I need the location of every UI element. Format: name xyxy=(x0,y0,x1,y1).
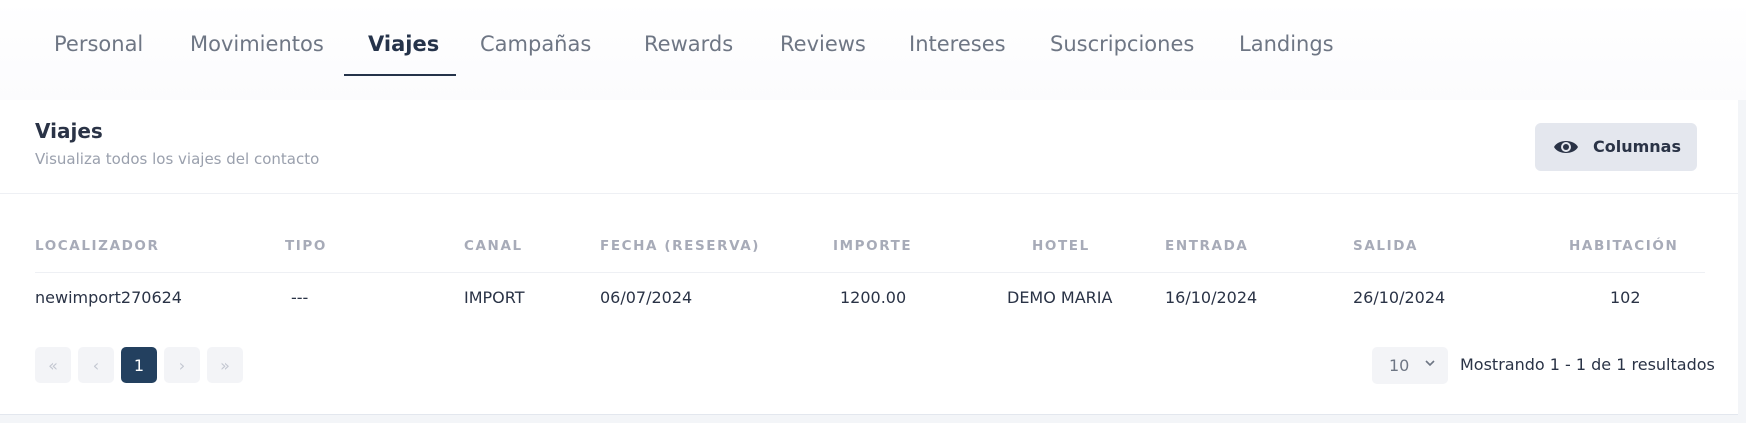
trips-card: Viajes Visualiza todos los viajes del co… xyxy=(0,100,1738,415)
cell-salida: 26/10/2024 xyxy=(1353,288,1446,307)
col-header-habitacion[interactable]: HABITACIÓN xyxy=(1569,238,1678,254)
cell-hotel: DEMO MARIA xyxy=(1007,288,1113,307)
cell-localizador: newimport270624 xyxy=(35,288,182,307)
col-header-importe[interactable]: IMPORTE xyxy=(833,238,912,254)
columns-button-label: Columnas xyxy=(1593,137,1681,156)
tab-personal[interactable]: Personal xyxy=(54,32,143,78)
cell-canal: IMPORT xyxy=(464,288,525,307)
cell-importe: 1200.00 xyxy=(840,288,907,307)
active-tab-indicator xyxy=(344,74,456,76)
cell-fecha-reserva: 06/07/2024 xyxy=(600,288,693,307)
table-header-divider xyxy=(35,272,1705,273)
page-1-button[interactable]: 1 xyxy=(121,347,157,383)
tab-movimientos[interactable]: Movimientos xyxy=(190,32,324,78)
col-header-hotel[interactable]: HOTEL xyxy=(1032,238,1090,254)
col-header-fecha-reserva[interactable]: FECHA (RESERVA) xyxy=(600,238,760,254)
per-page-value: 10 xyxy=(1389,356,1410,375)
per-page-select[interactable]: 10 xyxy=(1372,347,1448,384)
col-header-canal[interactable]: CANAL xyxy=(464,238,523,254)
prev-page-button[interactable]: ‹ xyxy=(78,347,114,383)
next-page-button[interactable]: › xyxy=(164,347,200,383)
last-page-button[interactable]: » xyxy=(207,347,243,383)
cell-tipo: --- xyxy=(291,288,309,307)
tab-viajes[interactable]: Viajes xyxy=(368,32,439,78)
col-header-salida[interactable]: SALIDA xyxy=(1353,238,1418,254)
results-count: Mostrando 1 - 1 de 1 resultados xyxy=(1460,355,1715,374)
tab-bar: Personal Movimientos Viajes Campañas Rew… xyxy=(0,0,1746,100)
tab-reviews[interactable]: Reviews xyxy=(780,32,866,78)
card-title: Viajes xyxy=(35,119,103,143)
tab-landings[interactable]: Landings xyxy=(1239,32,1334,78)
card-divider xyxy=(0,193,1738,194)
first-page-button[interactable]: « xyxy=(35,347,71,383)
tab-intereses[interactable]: Intereses xyxy=(909,32,1006,78)
tab-campanas[interactable]: Campañas xyxy=(480,32,591,78)
cell-entrada: 16/10/2024 xyxy=(1165,288,1258,307)
eye-icon xyxy=(1554,141,1578,153)
tab-suscripciones[interactable]: Suscripciones xyxy=(1050,32,1194,78)
col-header-localizador[interactable]: LOCALIZADOR xyxy=(35,238,160,254)
columns-button[interactable]: Columnas xyxy=(1535,123,1697,171)
card-subtitle: Visualiza todos los viajes del contacto xyxy=(35,150,320,168)
col-header-tipo[interactable]: TIPO xyxy=(285,238,327,254)
chevron-down-icon xyxy=(1425,360,1435,367)
tab-rewards[interactable]: Rewards xyxy=(644,32,733,78)
col-header-entrada[interactable]: ENTRADA xyxy=(1165,238,1248,254)
cell-habitacion: 102 xyxy=(1610,288,1641,307)
